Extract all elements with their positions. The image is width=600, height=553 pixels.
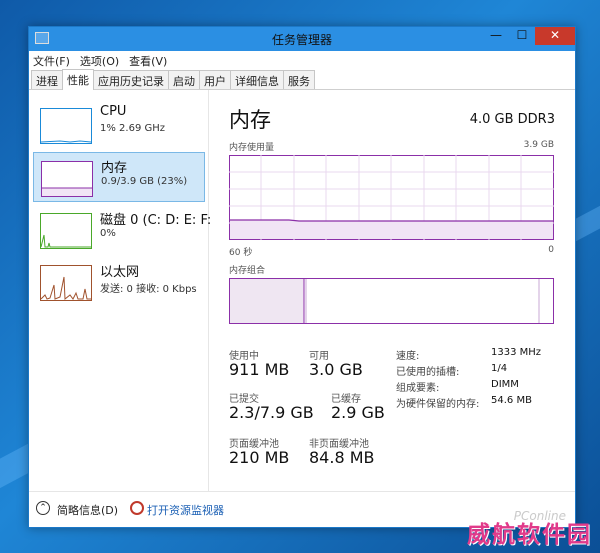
detail-value: 1333 MHz xyxy=(491,347,542,358)
resource-name: 磁盘 0 (C: D: E: F: xyxy=(100,213,212,228)
tab-processes[interactable]: 进程 xyxy=(31,70,63,89)
window-controls: — ☐ ✕ xyxy=(483,27,575,45)
resource-name: 内存 xyxy=(101,161,128,176)
paged-pool-value: 210 MB xyxy=(229,448,290,467)
detail-label: 组成要素: xyxy=(396,383,440,394)
resource-value: 1% 2.69 GHz xyxy=(100,123,166,134)
detail-label: 速度: xyxy=(396,351,420,362)
disk-thumbnail-graph xyxy=(40,213,92,249)
resource-value: 0% xyxy=(100,228,116,239)
task-manager-window: 任务管理器 — ☐ ✕ 文件(F) 选项(O) 查看(V) 进程 性能 应用历史… xyxy=(28,26,576,528)
page-title: 内存 xyxy=(229,108,271,132)
committed-value: 2.3/7.9 GB xyxy=(229,403,314,422)
menu-options[interactable]: 选项(O) xyxy=(80,53,119,69)
cached-value: 2.9 GB xyxy=(331,403,385,422)
tab-app-history[interactable]: 应用历史记录 xyxy=(93,70,169,89)
performance-content: CPU 1% 2.69 GHz 内存 0.9/3.9 GB (23%) 磁盘 0… xyxy=(29,90,575,492)
resource-item-disk[interactable]: 磁盘 0 (C: D: E: F: 0% xyxy=(33,205,211,255)
resource-value: 发送: 0 接收: 0 Kbps xyxy=(100,284,197,295)
tab-details[interactable]: 详细信息 xyxy=(230,70,284,89)
available-value: 3.0 GB xyxy=(309,360,363,379)
usage-graph-time-left: 60 秒 xyxy=(229,248,253,258)
memory-detail-panel: 内存 4.0 GB DDR3 内存使用量 3.9 GB 60 秒 0 内存组合 … xyxy=(229,90,559,492)
close-button[interactable]: ✕ xyxy=(535,27,575,45)
tab-services[interactable]: 服务 xyxy=(283,70,315,89)
memory-usage-graph xyxy=(229,155,554,240)
resource-item-memory[interactable]: 内存 0.9/3.9 GB (23%) xyxy=(33,152,205,202)
usage-graph-time-right: 0 xyxy=(548,245,554,255)
resource-name: CPU xyxy=(100,104,127,119)
menu-bar: 文件(F) 选项(O) 查看(V) xyxy=(29,51,575,70)
nonpaged-pool-value: 84.8 MB xyxy=(309,448,375,467)
cpu-thumbnail-graph xyxy=(40,108,92,144)
tab-startup[interactable]: 启动 xyxy=(168,70,200,89)
menu-view[interactable]: 查看(V) xyxy=(129,53,167,69)
tab-performance[interactable]: 性能 xyxy=(62,69,94,90)
menu-file[interactable]: 文件(F) xyxy=(33,53,70,69)
tab-strip: 进程 性能 应用历史记录 启动 用户 详细信息 服务 xyxy=(29,69,575,90)
fewer-details-button[interactable]: 简略信息(D) xyxy=(57,502,118,518)
detail-value: 54.6 MB xyxy=(491,395,532,406)
detail-value: DIMM xyxy=(491,379,519,390)
resource-item-cpu[interactable]: CPU 1% 2.69 GHz xyxy=(33,100,205,150)
memory-composition-bar xyxy=(229,278,554,324)
title-bar[interactable]: 任务管理器 — ☐ ✕ xyxy=(29,27,575,51)
memory-thumbnail-graph xyxy=(41,161,93,197)
ethernet-thumbnail-graph xyxy=(40,265,92,301)
tab-users[interactable]: 用户 xyxy=(199,70,231,89)
resource-value: 0.9/3.9 GB (23%) xyxy=(101,176,188,187)
detail-label: 已使用的插槽: xyxy=(396,367,460,378)
minimize-button[interactable]: — xyxy=(483,27,509,45)
resource-monitor-icon xyxy=(130,501,144,515)
in-use-value: 911 MB xyxy=(229,360,290,379)
resource-list: CPU 1% 2.69 GHz 内存 0.9/3.9 GB (23%) 磁盘 0… xyxy=(29,90,211,492)
detail-label: 为硬件保留的内存: xyxy=(396,399,480,410)
chevron-up-icon[interactable]: ⌃ xyxy=(36,501,50,515)
memory-spec: 4.0 GB DDR3 xyxy=(469,112,555,127)
composition-label: 内存组合 xyxy=(229,266,266,276)
detail-value: 1/4 xyxy=(491,363,508,374)
resource-name: 以太网 xyxy=(100,265,140,280)
site-watermark: 威航软件园 xyxy=(467,522,592,548)
resource-item-ethernet[interactable]: 以太网 发送: 0 接收: 0 Kbps xyxy=(33,257,205,307)
usage-graph-label: 内存使用量 xyxy=(229,143,275,153)
open-resource-monitor-link[interactable]: 打开资源监视器 xyxy=(147,502,224,518)
usage-graph-max: 3.9 GB xyxy=(523,140,554,150)
maximize-button[interactable]: ☐ xyxy=(509,27,535,45)
